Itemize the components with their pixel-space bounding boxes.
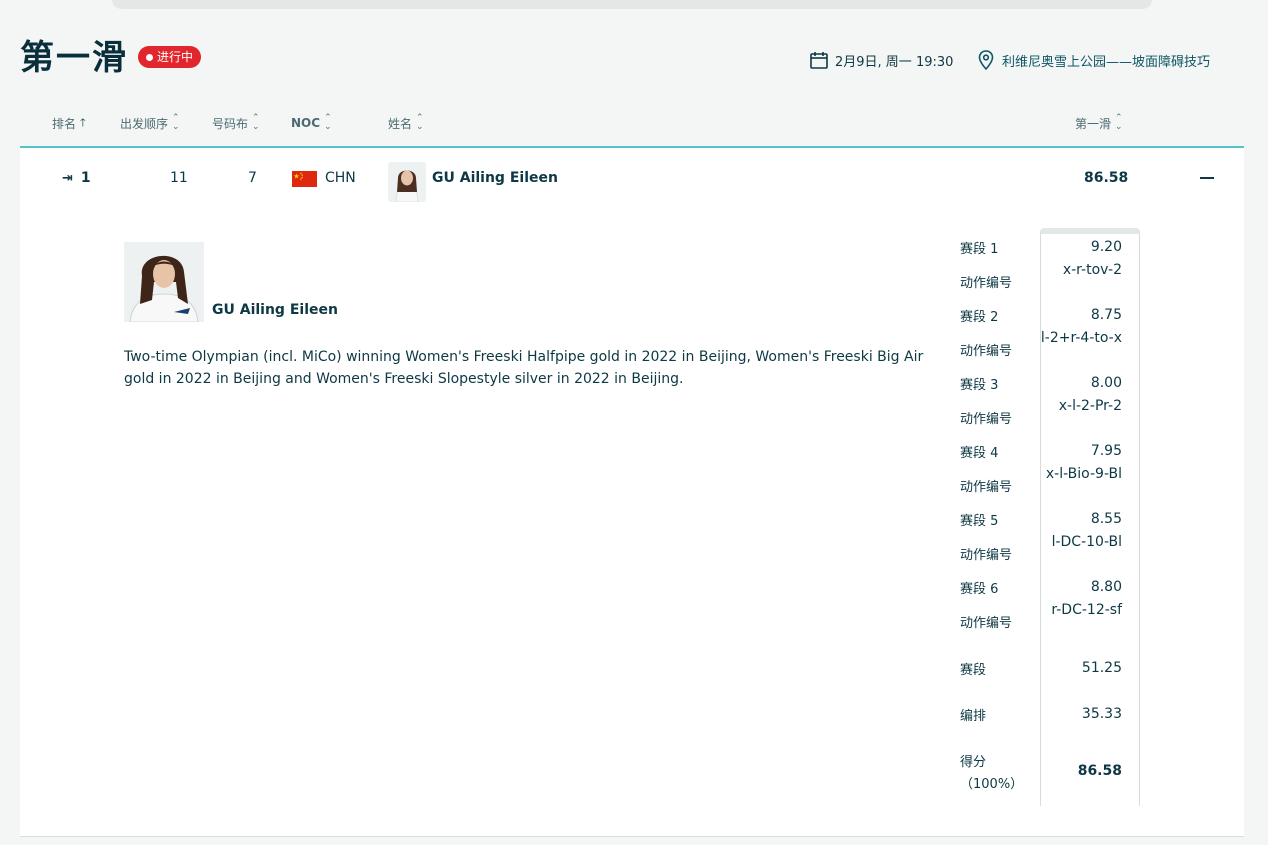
noc-value: CHN [325,170,356,186]
event-date-text: 2月9日, 周一 19:30 [835,54,954,70]
section-4-label: 赛段 4 [960,446,999,461]
sort-icon: ⌃ ⌄ [172,113,180,132]
score-label: 得分 [960,755,987,770]
column-name-label: 姓名 [388,116,413,131]
china-flag-icon [292,171,317,187]
composition-label: 编排 [960,709,987,724]
column-bib[interactable]: 号码布 ⌃ ⌄ [212,114,260,132]
event-venue-text: 利维尼奥雪上公园——坡面障碍技巧 [1002,54,1211,70]
column-start-order[interactable]: 出发顺序 ⌃ ⌄ [120,114,180,132]
section-5-score: 8.55 [1090,511,1122,527]
section-3-label: 赛段 3 [960,378,999,393]
results-panel: ⇥ 1 11 7 CHN GU Ailing Eileen 86.58 GU A… [20,148,1244,837]
column-noc[interactable]: NOC ⌃ ⌄ [291,114,332,132]
section-2-score: 8.75 [1090,307,1122,323]
section-5-trick: l-DC-10-Bl [1051,534,1122,550]
bio-athlete-name[interactable]: GU Ailing Eileen [212,302,338,318]
sort-icon: ⌃ ⌄ [416,113,424,132]
section-2-trick-label: 动作编号 [960,344,1013,359]
section-2-trick: l-2+r-4-to-x [1040,330,1122,346]
section-6-score: 8.80 [1090,579,1122,595]
collapse-minus-icon[interactable] [1200,177,1214,179]
qualified-arrow-icon: ⇥ [62,170,73,186]
event-date: 2月9日, 周一 19:30 [809,50,953,70]
athlete-name[interactable]: GU Ailing Eileen [432,170,558,186]
start-order-value: 11 [170,170,188,186]
section-6-trick: r-DC-12-sf [1051,602,1122,618]
rank-value: 1 [80,170,91,186]
section-6-trick-label: 动作编号 [960,616,1013,631]
column-noc-label: NOC [291,116,321,130]
section-3-score: 8.00 [1090,375,1122,391]
score-percent-label: （100%） [960,777,1024,792]
sort-icon: ⌃ ⌄ [324,113,332,132]
column-run-label: 第一滑 [1075,116,1112,131]
athlete-avatar [388,162,426,202]
section-6-label: 赛段 6 [960,582,999,597]
search-bar-edge [112,0,1152,9]
section-4-trick: x-l-Bio-9-Bl [1045,466,1122,482]
section-1-score: 9.20 [1090,239,1122,255]
sort-icon: ⌃ ⌄ [252,113,260,132]
section-1-label: 赛段 1 [960,242,999,257]
rank-cell: ⇥ 1 [62,170,91,186]
sort-ascending-icon: 🡑 [80,116,86,129]
bib-value: 7 [248,170,257,186]
column-name[interactable]: 姓名 ⌃ ⌄ [388,114,424,132]
section-4-trick-label: 动作编号 [960,480,1013,495]
column-rank-label: 排名 [52,117,77,131]
sort-icon: ⌃ ⌄ [1115,113,1123,132]
sections-total-label: 赛段 [960,663,987,678]
section-5-trick-label: 动作编号 [960,548,1013,563]
event-venue[interactable]: 利维尼奥雪上公园——坡面障碍技巧 [978,50,1210,70]
calendar-icon [810,52,828,69]
column-bib-label: 号码布 [212,116,249,131]
section-3-trick: x-l-2-Pr-2 [1058,398,1122,414]
live-badge-label: 进行中 [157,50,194,64]
section-1-trick: x-r-tov-2 [1062,262,1122,278]
column-run[interactable]: 第一滑 ⌃ ⌄ [1075,114,1123,132]
results-column-headers: 排名 🡑 出发顺序 ⌃ ⌄ 号码布 ⌃ ⌄ NOC ⌃ ⌄ 姓名 ⌃ ⌄ 第一滑 ⌃ ⌄ [20,110,1244,136]
location-pin-icon [978,50,994,70]
run-score: 86.58 [1084,170,1129,186]
section-2-label: 赛段 2 [960,310,999,325]
round-header: 第一滑 进行中 2月9日, 周一 19:30 利维尼奥雪上公园——坡面障碍技巧 [20,38,1230,78]
column-rank[interactable]: 排名 🡑 [52,114,86,133]
live-dot-icon [146,53,153,61]
athlete-bio: Two-time Olympian (incl. MiCo) winning W… [124,349,924,387]
section-1-trick-label: 动作编号 [960,276,1013,291]
composition-value: 35.33 [1081,706,1122,722]
round-title: 第一滑 [20,38,128,78]
section-4-score: 7.95 [1090,443,1122,459]
table-row[interactable]: ⇥ 1 11 7 CHN GU Ailing Eileen 86.58 [20,148,1244,210]
section-5-label: 赛段 5 [960,514,999,529]
column-start-order-label: 出发顺序 [120,116,169,131]
sections-total-value: 51.25 [1081,660,1122,676]
score-value: 86.58 [1077,763,1122,779]
athlete-photo [124,242,204,322]
live-badge: 进行中 [138,46,202,68]
section-3-trick-label: 动作编号 [960,412,1013,427]
